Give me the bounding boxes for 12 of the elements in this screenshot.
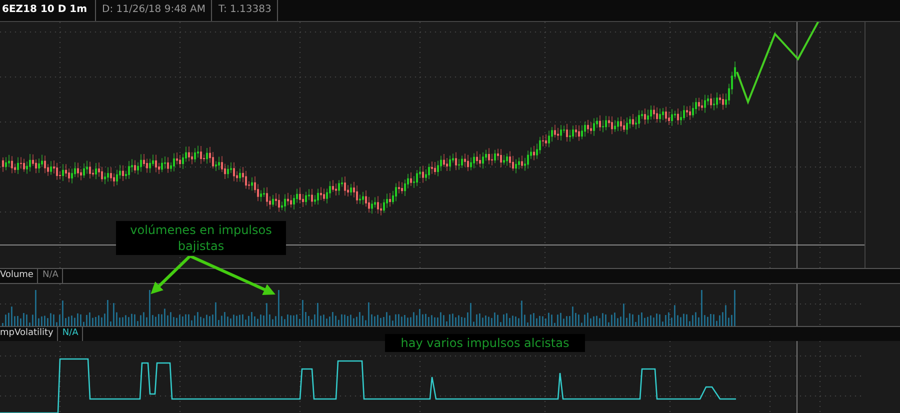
cursor-line: [796, 284, 798, 326]
volume-panel-title: Volume: [0, 269, 38, 283]
volatility-value: N/A: [58, 327, 84, 341]
volume-value: N/A: [38, 269, 64, 283]
annotation-text: volúmenes en impulsos bajistas: [116, 221, 286, 255]
price-label: T: 1.13383: [212, 0, 278, 21]
date-label: D: 11/26/18 9:48 AM: [96, 0, 212, 21]
symbol-label: 6EZ18 10 D 1m: [0, 0, 96, 21]
arrow-icon: [150, 256, 276, 295]
volatility-panel-title: mpVolatility: [0, 327, 58, 341]
annotation-text: hay varios impulsos alcistas: [385, 334, 585, 352]
cursor-line: [796, 341, 798, 413]
